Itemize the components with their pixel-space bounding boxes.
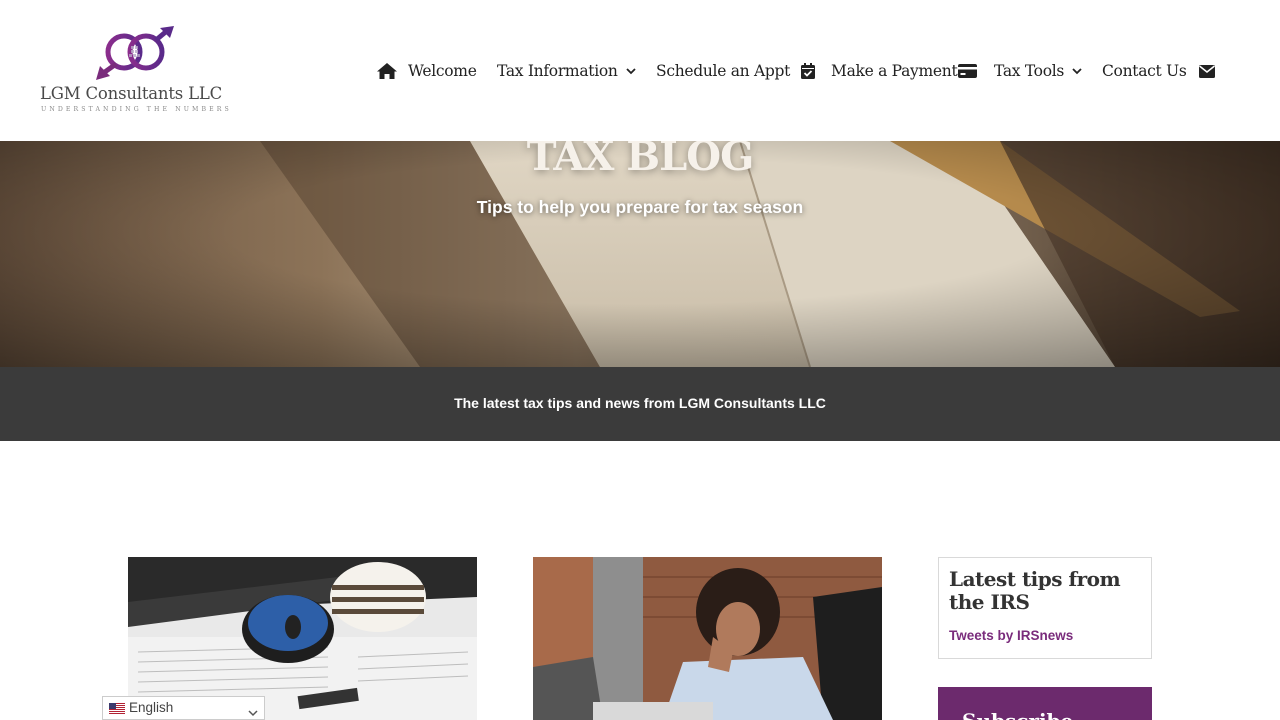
logo-mark-icon xyxy=(96,26,174,80)
hero-banner: TAX BLOG Tips to help you prepare for ta… xyxy=(0,141,1280,367)
language-switcher[interactable]: English xyxy=(102,696,265,720)
post-image-stressed-woman xyxy=(533,557,882,720)
logo-tagline: UNDERSTANDING THE NUMBERS xyxy=(41,106,232,113)
nav-item-tax-information[interactable]: Tax Information xyxy=(497,58,636,84)
intro-text: The latest tax tips and news from LGM Co… xyxy=(454,395,826,411)
irs-tweets-link[interactable]: Tweets by IRSnews xyxy=(949,628,1073,643)
site-logo[interactable]: LGM Consultants LLC UNDERSTANDING THE NU… xyxy=(40,26,235,118)
nav-label-tax-information: Tax Information xyxy=(497,62,618,80)
irs-widget-title: Latest tips from the IRS xyxy=(949,567,1121,614)
nav-label-schedule-appt: Schedule an Appt xyxy=(656,62,791,80)
nav-item-schedule-appt[interactable]: Schedule an Appt xyxy=(656,58,816,84)
subscribe-title: Subscribe xyxy=(962,709,1073,720)
intro-band: The latest tax tips and news from LGM Co… xyxy=(0,367,1280,441)
page-title: TAX BLOG xyxy=(526,141,755,180)
nav-item-contact-us[interactable]: Contact Us xyxy=(1102,58,1215,84)
nav-item-make-payment[interactable]: Make a Payment xyxy=(831,58,978,84)
logo-name: LGM Consultants LLC xyxy=(40,84,223,103)
chevron-down-icon xyxy=(625,67,636,75)
chevron-down-icon xyxy=(1072,67,1082,75)
nav-item-tax-tools[interactable]: Tax Tools xyxy=(994,58,1082,84)
nav-label-make-payment: Make a Payment xyxy=(831,62,958,80)
page-subtitle: Tips to help you prepare for tax season xyxy=(476,197,804,217)
home-icon xyxy=(376,62,398,80)
post-thumbnail-2[interactable] xyxy=(533,557,882,720)
nav-label-contact-us: Contact Us xyxy=(1102,62,1187,80)
nav-item-welcome[interactable]: Welcome xyxy=(376,58,477,84)
chevron-down-icon xyxy=(248,704,258,720)
envelope-icon xyxy=(1198,64,1215,78)
irs-tips-widget: Latest tips from the IRS Tweets by IRSne… xyxy=(938,557,1152,659)
language-label: English xyxy=(129,700,174,715)
calendar-check-icon xyxy=(801,63,816,79)
nav-label-tax-tools: Tax Tools xyxy=(994,62,1065,80)
us-flag-icon xyxy=(109,703,125,714)
site-header: LGM Consultants LLC UNDERSTANDING THE NU… xyxy=(0,0,1280,141)
credit-card-icon xyxy=(958,64,978,78)
subscribe-widget: Subscribe xyxy=(938,687,1152,720)
nav-label-welcome: Welcome xyxy=(408,62,477,80)
